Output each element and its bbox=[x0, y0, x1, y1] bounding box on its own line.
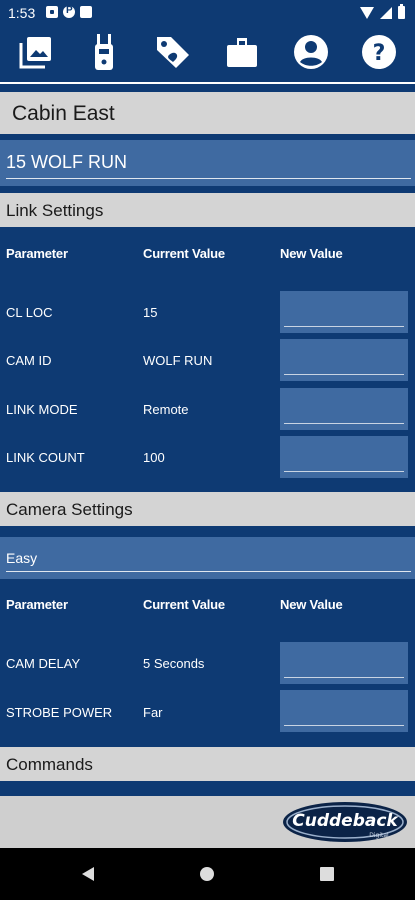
value-strobe-power: Far bbox=[143, 705, 163, 720]
camera-settings-header[interactable]: Camera Settings bbox=[0, 492, 415, 526]
back-icon[interactable] bbox=[82, 867, 94, 881]
param-cl-loc: CL LOC bbox=[6, 305, 53, 320]
param-cam-id: CAM ID bbox=[6, 353, 52, 368]
notification-icon bbox=[46, 6, 58, 18]
logo-text: Cuddeback bbox=[292, 811, 399, 831]
home-icon[interactable] bbox=[200, 867, 214, 881]
commands-header[interactable]: Commands bbox=[0, 747, 415, 781]
new-value-input-cl-loc[interactable] bbox=[280, 291, 408, 333]
app-toolbar: ? bbox=[0, 26, 415, 84]
notification-icons bbox=[46, 5, 92, 18]
footer: Cuddeback Digital bbox=[0, 796, 415, 848]
col-header-parameter-2: Parameter bbox=[6, 597, 68, 612]
param-link-mode: LINK MODE bbox=[6, 402, 78, 417]
new-value-input-strobe-power[interactable] bbox=[280, 690, 408, 732]
wifi-icon bbox=[360, 6, 374, 19]
value-link-count: 100 bbox=[143, 450, 165, 465]
svg-text:?: ? bbox=[373, 41, 386, 66]
tag-icon[interactable] bbox=[153, 32, 193, 72]
value-cam-id: WOLF RUN bbox=[143, 353, 213, 368]
remote-icon[interactable] bbox=[84, 32, 124, 72]
param-cam-delay: CAM DELAY bbox=[6, 656, 81, 671]
col-header-new-2: New Value bbox=[280, 597, 343, 612]
parking-icon bbox=[63, 5, 75, 18]
system-icons bbox=[360, 4, 405, 19]
location-value: 15 WOLF RUN bbox=[6, 152, 128, 172]
camera-name-bar: Cabin East bbox=[0, 92, 415, 134]
cuddeback-logo: Cuddeback Digital bbox=[281, 800, 409, 844]
briefcase-icon[interactable] bbox=[222, 32, 262, 72]
new-value-input-cam-delay[interactable] bbox=[280, 642, 408, 684]
system-nav-bar bbox=[0, 848, 415, 900]
help-icon[interactable]: ? bbox=[359, 32, 399, 72]
logo-subtext: Digital bbox=[369, 832, 389, 839]
col-header-current: Current Value bbox=[143, 246, 225, 261]
camera-name: Cabin East bbox=[12, 102, 115, 125]
account-icon[interactable] bbox=[291, 32, 331, 72]
battery-icon bbox=[398, 4, 405, 19]
location-field[interactable]: 15 WOLF RUN bbox=[0, 140, 415, 186]
signal-icon bbox=[380, 6, 392, 19]
status-bar: 1:53 bbox=[0, 0, 415, 26]
mode-value: Easy bbox=[6, 550, 38, 566]
gallery-icon[interactable] bbox=[16, 32, 56, 72]
link-settings-title: Link Settings bbox=[6, 201, 104, 220]
col-header-parameter: Parameter bbox=[6, 246, 68, 261]
col-header-current-2: Current Value bbox=[143, 597, 225, 612]
camera-settings-title: Camera Settings bbox=[6, 500, 133, 519]
value-cl-loc: 15 bbox=[143, 305, 158, 320]
mode-selector[interactable]: Easy bbox=[0, 537, 415, 579]
new-value-input-cam-id[interactable] bbox=[280, 339, 408, 381]
col-header-new: New Value bbox=[280, 246, 343, 261]
commands-title: Commands bbox=[6, 755, 93, 774]
param-strobe-power: STROBE POWER bbox=[6, 705, 113, 720]
recents-icon[interactable] bbox=[320, 867, 334, 881]
value-link-mode: Remote bbox=[143, 402, 189, 417]
new-value-input-link-mode[interactable] bbox=[280, 388, 408, 430]
sd-card-icon bbox=[80, 6, 92, 18]
status-time: 1:53 bbox=[8, 5, 36, 21]
link-settings-header[interactable]: Link Settings bbox=[0, 193, 415, 227]
param-link-count: LINK COUNT bbox=[6, 450, 85, 465]
value-cam-delay: 5 Seconds bbox=[143, 656, 205, 671]
new-value-input-link-count[interactable] bbox=[280, 436, 408, 478]
